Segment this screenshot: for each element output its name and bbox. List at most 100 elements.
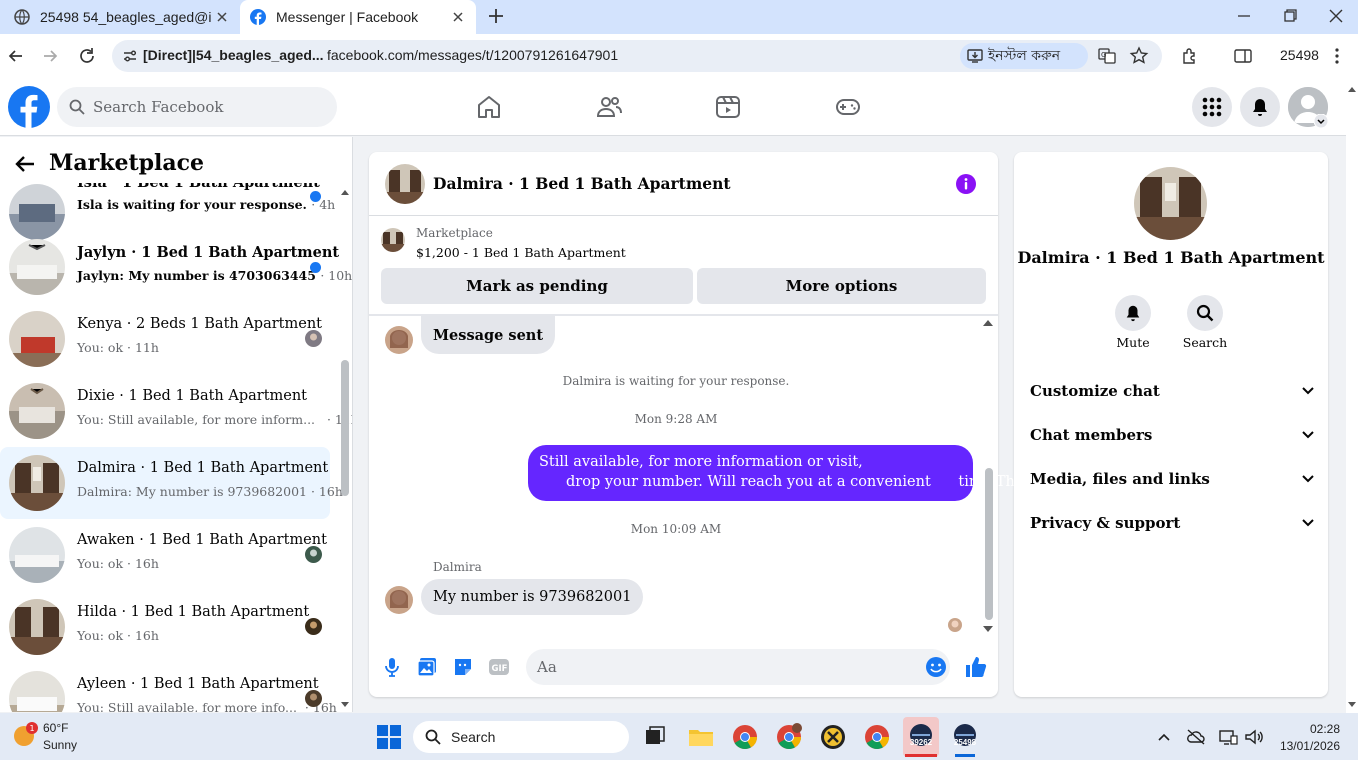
task-view-icon[interactable] — [640, 722, 670, 752]
scroll-up-icon[interactable] — [1347, 84, 1357, 94]
left-scrollbar[interactable] — [341, 360, 349, 496]
weather-sun-icon[interactable]: 1 — [10, 720, 38, 748]
forward-icon[interactable] — [40, 46, 60, 66]
info-icon[interactable] — [955, 173, 977, 195]
bell-icon — [1253, 99, 1267, 116]
facebook-search-input[interactable]: Search Facebook — [57, 87, 337, 127]
conversation-item[interactable]: Ayleen · 1 Bed 1 Bath Apartment You: Sti… — [0, 663, 337, 712]
app-badge: 39262 — [909, 738, 933, 747]
scroll-down-icon[interactable] — [340, 700, 350, 710]
scroll-down-icon[interactable] — [982, 624, 994, 634]
customize-chat-section[interactable]: Customize chat — [1030, 381, 1314, 401]
volume-icon[interactable] — [1244, 728, 1264, 746]
marketplace-label: Marketplace — [416, 226, 493, 240]
message-bubble[interactable]: Message sent — [421, 316, 556, 354]
taskbar-search[interactable]: Search — [413, 721, 629, 753]
facebook-logo-icon[interactable] — [8, 86, 50, 128]
browser-tab-1[interactable]: 25498 54_beagles_aged@i — [4, 0, 240, 34]
conversation-item[interactable]: Awaken · 1 Bed 1 Bath Apartment You: ok … — [0, 519, 330, 591]
restore-icon[interactable] — [1278, 4, 1302, 28]
chevron-up-icon[interactable] — [1156, 729, 1172, 745]
network-icon[interactable] — [1218, 728, 1238, 746]
microphone-icon[interactable] — [381, 656, 403, 678]
emoji-icon[interactable] — [925, 656, 947, 678]
friends-icon[interactable] — [595, 93, 623, 121]
chat-scrollbar[interactable] — [985, 468, 993, 620]
chat-listing-thumbnail[interactable] — [385, 164, 425, 204]
svg-text:GIF: GIF — [492, 664, 508, 674]
clock-date[interactable]: 13/01/2026 — [1268, 739, 1340, 753]
sender-avatar[interactable] — [385, 586, 413, 614]
back-icon[interactable] — [6, 46, 26, 66]
search-placeholder: Search Facebook — [93, 98, 224, 116]
reload-icon[interactable] — [77, 46, 97, 66]
new-tab-icon[interactable] — [484, 4, 508, 28]
watch-icon[interactable] — [714, 93, 742, 121]
section-label: Media, files and links — [1030, 470, 1210, 488]
conversation-item-active[interactable]: Dalmira · 1 Bed 1 Bath Apartment Dalmira… — [0, 447, 343, 519]
chrome-icon[interactable] — [730, 722, 760, 752]
menu-dots-icon[interactable] — [1328, 46, 1346, 66]
conversation-item[interactable]: Hilda · 1 Bed 1 Bath Apartment You: ok ·… — [0, 591, 330, 663]
chrome-alt-icon[interactable] — [862, 722, 892, 752]
section-label: Customize chat — [1030, 382, 1160, 400]
mute-button[interactable] — [1115, 295, 1151, 331]
search-conversation-button[interactable] — [1187, 295, 1223, 331]
cloud-off-icon[interactable] — [1186, 728, 1206, 746]
translate-icon[interactable]: G — [1097, 46, 1117, 66]
bookmark-star-icon[interactable] — [1129, 46, 1149, 66]
scroll-up-icon[interactable] — [340, 187, 350, 197]
notifications-button[interactable] — [1240, 87, 1280, 127]
home-icon[interactable] — [475, 93, 503, 121]
url-text[interactable]: facebook.com/messages/t/1200791261647901 — [327, 47, 618, 63]
privacy-support-section[interactable]: Privacy & support — [1030, 513, 1314, 533]
weather-condition[interactable]: Sunny — [43, 738, 77, 752]
extensions-icon[interactable] — [1180, 46, 1200, 66]
chevron-down-icon — [1302, 431, 1314, 439]
scroll-down-icon[interactable] — [1347, 700, 1357, 710]
weather-temperature[interactable]: 60°F — [43, 721, 68, 735]
close-window-icon[interactable] — [1324, 4, 1348, 28]
file-explorer-icon[interactable] — [686, 722, 716, 752]
mark-as-pending-button[interactable]: Mark as pending — [381, 268, 693, 304]
profile-label[interactable]: 25498 — [1280, 47, 1319, 63]
chrome-profile-icon[interactable] — [774, 722, 804, 752]
outgoing-message-line: Still available, for more information or… — [539, 454, 863, 470]
conversation-item[interactable]: Jaylyn · 1 Bed 1 Bath Apartment Jaylyn: … — [0, 231, 352, 303]
photo-icon[interactable] — [416, 656, 438, 678]
close-tab-icon[interactable] — [450, 9, 466, 25]
sticker-icon[interactable] — [452, 656, 474, 678]
close-tab-icon[interactable] — [214, 9, 230, 25]
chat-members-section[interactable]: Chat members — [1030, 425, 1314, 445]
gaming-icon[interactable] — [834, 93, 862, 121]
site-settings-icon[interactable] — [122, 48, 138, 64]
scroll-up-icon[interactable] — [982, 318, 994, 328]
incoming-message-bubble[interactable]: My number is 9739682001 — [421, 579, 644, 615]
app-25498-icon[interactable] — [950, 722, 980, 752]
browser-tab-2[interactable]: Messenger | Facebook — [240, 0, 476, 34]
side-panel-icon[interactable] — [1233, 46, 1253, 66]
media-files-links-section[interactable]: Media, files and links — [1030, 469, 1314, 489]
install-app-button[interactable]: ইনস্টল করুন — [960, 43, 1088, 69]
back-arrow-icon[interactable] — [14, 154, 36, 174]
minimize-icon[interactable] — [1232, 4, 1256, 28]
like-icon[interactable] — [964, 655, 988, 679]
conversation-item[interactable]: Kenya · 2 Beds 1 Bath Apartment You: ok … — [0, 303, 330, 375]
windows-start-icon[interactable] — [376, 724, 402, 750]
unread-dot — [310, 191, 321, 202]
app-x-icon[interactable] — [818, 722, 848, 752]
gif-icon[interactable]: GIF — [488, 656, 510, 678]
menu-button[interactable] — [1192, 87, 1232, 127]
clock-time[interactable]: 02:28 — [1282, 722, 1340, 736]
page-scrollbar[interactable] — [1346, 78, 1358, 713]
conversation-item[interactable]: Dixie · 1 Bed 1 Bath Apartment You: Stil… — [0, 375, 352, 447]
account-chevron-icon[interactable] — [1314, 114, 1328, 128]
sender-avatar[interactable] — [385, 326, 413, 354]
listing-photo[interactable] — [1134, 167, 1207, 240]
unread-dot — [310, 262, 321, 273]
message-input[interactable]: Aa — [526, 649, 950, 685]
listing-price-title[interactable]: $1,200 - 1 Bed 1 Bath Apartment — [416, 245, 626, 260]
chat-title[interactable]: Dalmira · 1 Bed 1 Bath Apartment — [433, 174, 731, 193]
active-indicator — [955, 754, 975, 757]
more-options-button[interactable]: More options — [697, 268, 986, 304]
